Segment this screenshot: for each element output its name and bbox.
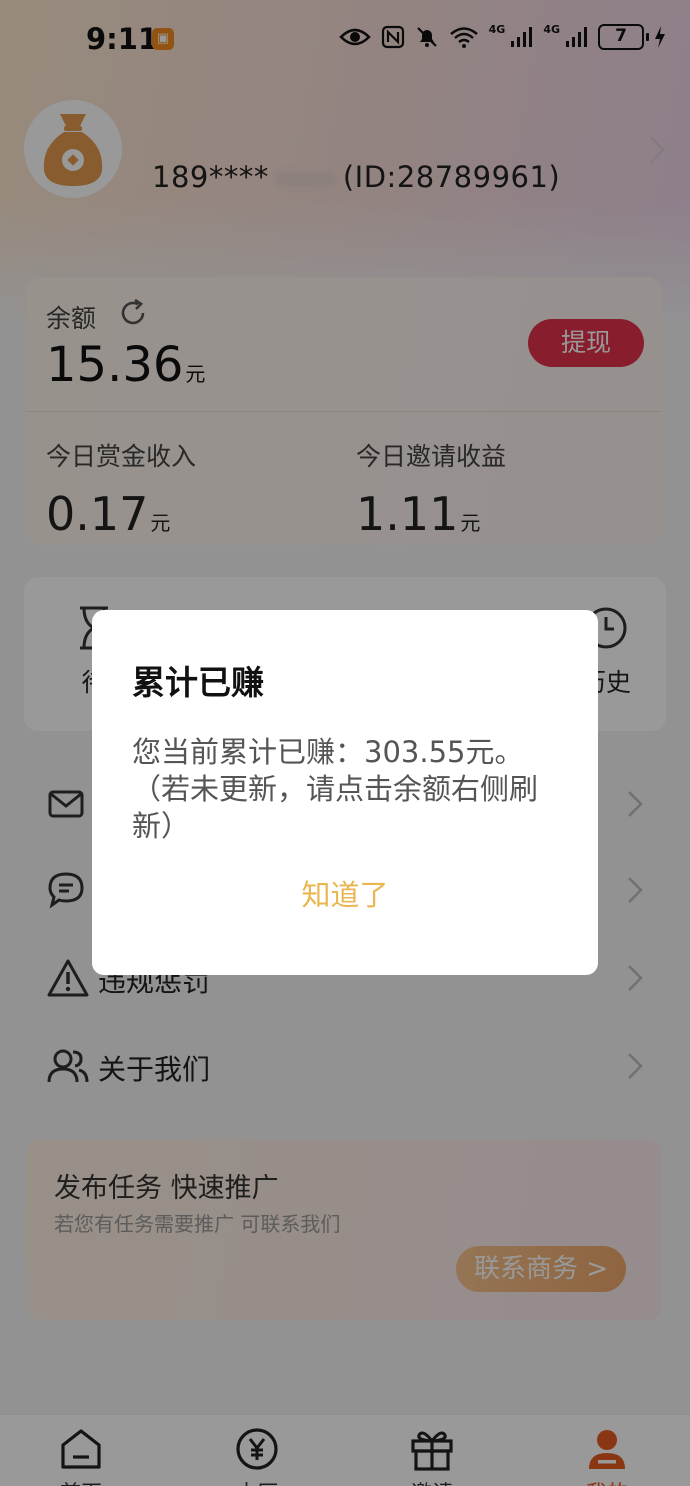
dialog-ok-button[interactable]: 知道了 xyxy=(92,872,598,914)
dialog-message: 您当前累计已赚：303.55元。（若未更新，请点击余额右侧刷新） xyxy=(132,735,539,843)
total-earned-dialog: 累计已赚 您当前累计已赚：303.55元。（若未更新，请点击余额右侧刷新） 知道… xyxy=(92,610,598,975)
dialog-title: 累计已赚 xyxy=(132,663,264,702)
